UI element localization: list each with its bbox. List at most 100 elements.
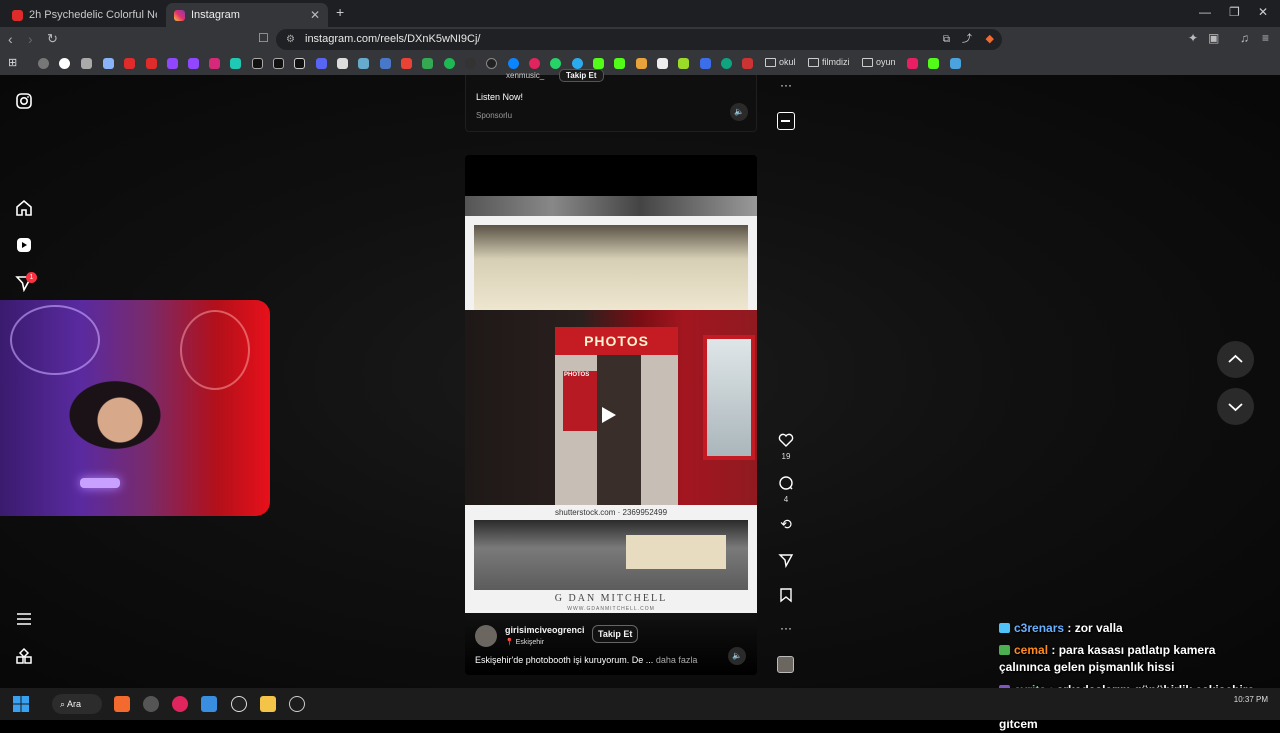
gemini-icon[interactable]: [103, 58, 114, 69]
save-icon[interactable]: [779, 587, 793, 603]
author-avatar[interactable]: [475, 625, 497, 647]
bookmark-icon[interactable]: [678, 58, 689, 69]
twitch-icon[interactable]: [167, 58, 178, 69]
reels-icon[interactable]: [15, 236, 33, 254]
bookmark-icon[interactable]: [907, 58, 918, 69]
like-icon[interactable]: [778, 432, 794, 448]
follow-button[interactable]: Takip Et: [592, 625, 639, 643]
bookmark-icon[interactable]: [486, 58, 497, 69]
address-bar[interactable]: ⚙ instagram.com/reels/DXnK5wNI9Cj/ ⧉ ⤴ ◆: [276, 29, 1002, 50]
bookmark-icon[interactable]: [636, 58, 647, 69]
file-explorer-icon[interactable]: [260, 696, 276, 712]
telegram-icon[interactable]: [572, 58, 583, 69]
media-player-icon[interactable]: [172, 696, 188, 712]
taskbar-search[interactable]: ⌕ Ara: [52, 694, 102, 714]
close-window-button[interactable]: ✕: [1258, 5, 1268, 19]
x-icon[interactable]: [252, 58, 263, 69]
sponsored-post-card[interactable]: xenmusic_ Takip Et Listen Now! Sponsorlu…: [465, 69, 757, 132]
instagram-icon[interactable]: [209, 58, 220, 69]
new-tab-button[interactable]: +: [336, 4, 344, 20]
more-menu-icon[interactable]: [15, 610, 33, 628]
kick-icon[interactable]: [614, 58, 625, 69]
bookmark-icon[interactable]: [508, 58, 519, 69]
forward-icon[interactable]: ›: [28, 31, 33, 47]
open-external-icon[interactable]: ⧉: [943, 29, 950, 50]
more-link[interactable]: daha fazla: [656, 655, 698, 665]
bookmark-icon[interactable]: [700, 58, 711, 69]
ad-more-options-icon[interactable]: ···: [778, 78, 794, 92]
bookmark-icon[interactable]: [465, 58, 476, 69]
bookmark-icon[interactable]: [950, 58, 961, 69]
audio-thumbnail[interactable]: [777, 656, 794, 673]
tab-instagram[interactable]: Instagram ✕: [166, 3, 328, 27]
restore-button[interactable]: ❐: [1229, 5, 1240, 19]
threads-icon[interactable]: [273, 58, 284, 69]
obs-icon[interactable]: [231, 696, 247, 712]
apps-grid-icon[interactable]: ⊞: [8, 56, 17, 69]
discord-icon[interactable]: [316, 58, 327, 69]
wallet-icon[interactable]: ▣: [1208, 31, 1219, 45]
previous-reel-button[interactable]: [1217, 341, 1254, 378]
chatgpt-icon[interactable]: [721, 58, 732, 69]
mute-icon[interactable]: 🔈: [730, 103, 748, 121]
twitch-icon[interactable]: [188, 58, 199, 69]
system-clock[interactable]: 10:37 PM: [1234, 695, 1268, 704]
close-tab-icon[interactable]: ✕: [310, 8, 320, 22]
spotify-icon[interactable]: [444, 58, 455, 69]
gmail-icon[interactable]: [401, 58, 412, 69]
tab-youtube[interactable]: 2h Psychedelic Colorful Neon Backgr: [4, 3, 162, 27]
bookmark-icon[interactable]: [657, 58, 668, 69]
bookmark-folder-filmdizi[interactable]: filmdizi: [808, 57, 850, 67]
photos-icon[interactable]: [201, 696, 217, 712]
kick-icon[interactable]: [593, 58, 604, 69]
kick-icon[interactable]: [928, 58, 939, 69]
history-icon[interactable]: [38, 58, 49, 69]
reload-icon[interactable]: ↻: [47, 31, 58, 47]
ad-account-name[interactable]: xenmusic_: [506, 71, 544, 80]
bookmark-icon[interactable]: [529, 58, 540, 69]
author-name[interactable]: girisimciveogrenci: [505, 625, 585, 635]
steam-icon[interactable]: [289, 696, 305, 712]
back-icon[interactable]: ‹: [8, 31, 13, 47]
share-icon[interactable]: [778, 552, 794, 568]
mute-icon[interactable]: 🔈: [728, 647, 746, 665]
meta-apps-icon[interactable]: [15, 647, 33, 665]
ad-audio-icon[interactable]: [777, 112, 795, 130]
translate-icon[interactable]: [380, 58, 391, 69]
ad-cta-link[interactable]: Listen Now!: [476, 92, 523, 102]
more-options-icon[interactable]: ···: [778, 621, 794, 635]
tiktok-icon[interactable]: [294, 58, 305, 69]
location-tag[interactable]: 📍 Eskişehir: [505, 638, 544, 646]
bookmark-icon[interactable]: [230, 58, 241, 69]
comment-icon[interactable]: [778, 475, 794, 491]
whatsapp-icon[interactable]: [550, 58, 561, 69]
site-info-icon[interactable]: ⚙: [286, 29, 295, 50]
home-icon[interactable]: [15, 199, 33, 217]
bookmark-folder-okul[interactable]: okul: [765, 57, 796, 67]
app-icon[interactable]: [143, 696, 159, 712]
brave-shield-icon[interactable]: ◆: [986, 29, 994, 50]
bookmark-icon[interactable]: ☐: [258, 31, 269, 45]
bookmark-icon[interactable]: [337, 58, 348, 69]
google-icon[interactable]: [59, 58, 70, 69]
ad-follow-button[interactable]: Takip Et: [559, 69, 604, 82]
brave-icon[interactable]: [114, 696, 130, 712]
bookmark-icon[interactable]: [81, 58, 92, 69]
extensions-icon[interactable]: ✦: [1188, 31, 1198, 45]
youtube-icon[interactable]: [146, 58, 157, 69]
bookmark-folder-oyun[interactable]: oyun: [862, 57, 896, 67]
repost-icon[interactable]: ⟲: [778, 516, 794, 533]
reel-video[interactable]: PHOTOS PHOTOS shutterstock.com · 2369952…: [465, 155, 757, 675]
instagram-logo-icon[interactable]: [15, 92, 33, 110]
youtube-icon[interactable]: [124, 58, 135, 69]
next-reel-button[interactable]: [1217, 388, 1254, 425]
bookmark-icon[interactable]: [742, 58, 753, 69]
menu-icon[interactable]: ≡: [1262, 31, 1269, 45]
play-icon[interactable]: [602, 407, 616, 423]
bookmark-icon[interactable]: [358, 58, 369, 69]
media-icon[interactable]: ♫: [1240, 31, 1249, 45]
minimize-button[interactable]: —: [1199, 5, 1211, 19]
windows-start-icon[interactable]: [13, 696, 29, 712]
share-icon[interactable]: ⤴: [962, 29, 972, 50]
drive-icon[interactable]: [422, 58, 433, 69]
